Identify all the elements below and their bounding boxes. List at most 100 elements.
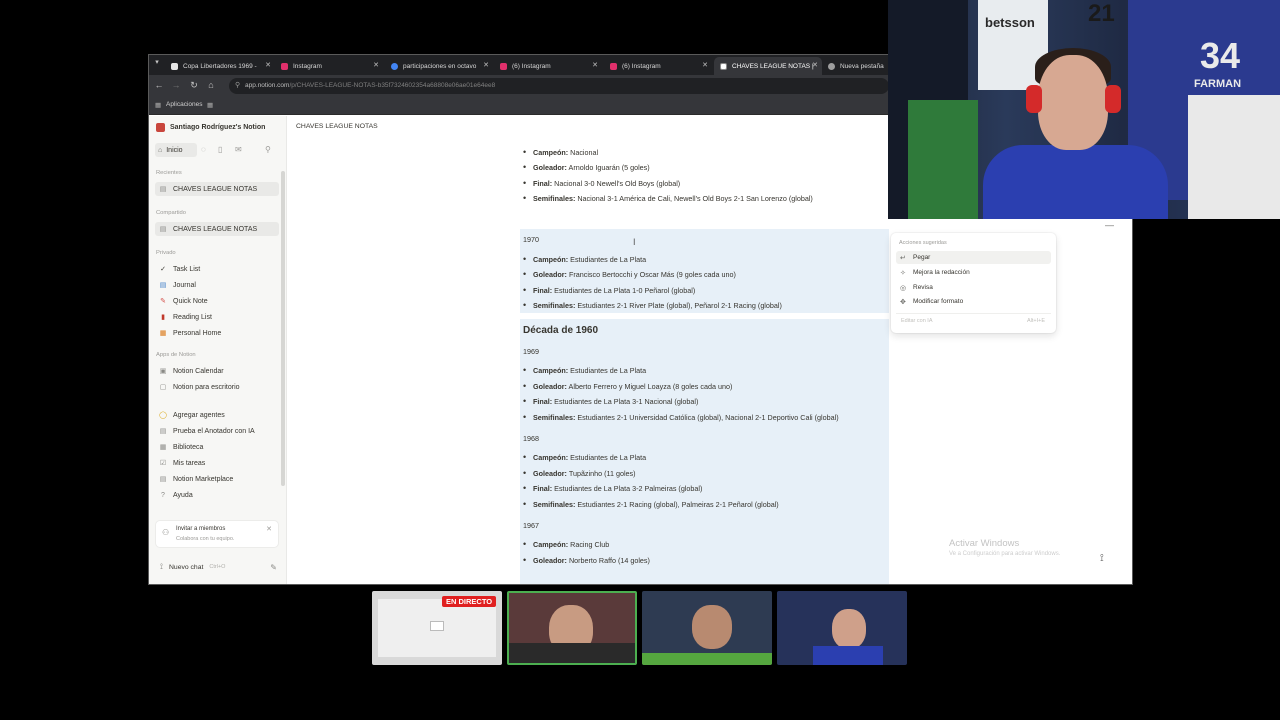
block-1970[interactable]: 1970 Campeón: Estudiantes de La Plata Go… — [520, 229, 889, 313]
list-item[interactable]: Goleador: Arnoldo Iguarán (5 goles) — [523, 162, 650, 172]
close-icon[interactable]: ✕ — [812, 61, 818, 69]
desktop-icon: ▢ — [159, 384, 167, 391]
tab-active-notion[interactable]: CHAVES LEAGUE NOTAS | ✕ — [714, 57, 822, 75]
forward-arrow-icon[interactable]: → — [170, 80, 182, 90]
sidebar-item-personal-home[interactable]: ▦ Personal Home — [155, 326, 279, 340]
sidebar-item-quick-note[interactable]: ✎ Quick Note — [155, 294, 279, 308]
close-icon[interactable]: ✕ — [373, 61, 379, 69]
list-item[interactable]: Final: Estudiantes de La Plata 1-0 Peñar… — [523, 285, 695, 295]
reload-icon[interactable]: ↻ — [188, 80, 200, 91]
menu-item-label: Revisa — [913, 284, 933, 291]
live-badge: EN DIRECTO — [442, 596, 497, 607]
list-item[interactable]: Semifinales: Estudiantes 2-1 River Plate… — [523, 300, 782, 310]
sidebar-item-shared-chaves[interactable]: ▤ CHAVES LEAGUE NOTAS — [155, 222, 279, 236]
home-icon[interactable]: ⌂ — [205, 80, 217, 90]
paste-icon: ↵ — [900, 254, 906, 262]
invite-members-card[interactable]: ⚇ Invitar a miembros Colabora con tu equ… — [155, 520, 279, 548]
watermark-title: Activar Windows — [949, 538, 1020, 549]
sidebar-item-reading-list[interactable]: ▮ Reading List — [155, 310, 279, 324]
ai-help-icon[interactable]: ⟟ — [1100, 553, 1104, 564]
menu-item-review[interactable]: ◎ Revisa — [896, 281, 1051, 294]
chat-icon[interactable]: ◌ — [201, 145, 206, 154]
tab-1[interactable]: Copa Libertadores 1969 - ✕ — [165, 57, 275, 75]
participant-body — [509, 643, 635, 663]
list-item[interactable]: Goleador: Norberto Raffo (14 goles) — [523, 555, 650, 565]
sidebar-item-help[interactable]: ? Ayuda — [155, 488, 279, 502]
list-item[interactable]: Campeón: Nacional — [523, 147, 598, 157]
sidebar-item-add-agents[interactable]: ◯ Agregar agentes — [155, 408, 279, 422]
list-item[interactable]: Semifinales: Estudiantes 2-1 Universidad… — [523, 412, 839, 422]
workspace-name: Santiago Rodríguez's Notion — [170, 124, 266, 131]
list-item[interactable]: Goleador: Francisco Bertocchi y Oscar Má… — [523, 269, 736, 279]
sidebar-item-library[interactable]: ▦ Biblioteca — [155, 440, 279, 454]
menu-item-improve-writing[interactable]: ✧ Mejora la redacción — [896, 266, 1051, 279]
sidebar-item-home[interactable]: ⌂ Inicio — [155, 143, 197, 157]
sidebar-item-label: CHAVES LEAGUE NOTAS — [173, 225, 258, 233]
sidebar-item-marketplace[interactable]: ▤ Notion Marketplace — [155, 472, 279, 486]
jersey-name: FARMAN — [1194, 78, 1242, 90]
list-item[interactable]: Goleador: Tupãzinho (11 goles) — [523, 468, 636, 478]
sidebar-item-label: Journal — [173, 281, 196, 289]
bookmark-grid-icon[interactable]: ▦ — [207, 101, 213, 109]
tab-label: Nueva pestaña — [840, 62, 884, 70]
list-item[interactable]: Final: Estudiantes de La Plata 3-1 Nacio… — [523, 396, 698, 406]
participant-thumbnail-4[interactable] — [777, 591, 907, 665]
list-item[interactable]: Final: Estudiantes de La Plata 3-2 Palme… — [523, 483, 702, 493]
sidebar-item-recent-chaves[interactable]: ▤ CHAVES LEAGUE NOTAS — [155, 182, 279, 196]
headset-left — [1026, 85, 1042, 113]
sidebar-item-journal[interactable]: ▤ Journal — [155, 278, 279, 292]
close-icon[interactable]: ✕ — [592, 61, 598, 69]
list-item[interactable]: Final: Nacional 3-0 Newell's Old Boys (g… — [523, 178, 680, 188]
ai-edit-input[interactable]: Editar con IA Alt+I+E — [896, 313, 1051, 327]
close-icon[interactable]: ✕ — [265, 61, 271, 69]
compose-icon[interactable]: ✎ — [270, 563, 277, 572]
sparkle-icon: ✧ — [900, 269, 906, 277]
tab-label: CHAVES LEAGUE NOTAS | — [732, 62, 814, 70]
participant-thumbnail-3[interactable] — [642, 591, 772, 665]
sidebar-item-notion-calendar[interactable]: ▣ Notion Calendar — [155, 364, 279, 378]
new-chat-button[interactable]: ⟟ Nuevo chat Ctrl+O ✎ — [155, 560, 279, 574]
participant-face — [692, 605, 732, 649]
participant-thumbnail-2[interactable] — [507, 591, 637, 665]
notion-sidebar: Santiago Rodríguez's Notion ⌂ Inicio ◌ ▯… — [149, 116, 287, 584]
back-arrow-icon[interactable]: ← — [153, 80, 165, 90]
list-item[interactable]: Campeón: Racing Club — [523, 539, 609, 549]
tab-5[interactable]: (6) Instagram ✕ — [604, 57, 712, 75]
close-icon[interactable]: — — [1105, 220, 1114, 230]
breadcrumb[interactable]: CHAVES LEAGUE NOTAS — [296, 123, 378, 130]
bookmark-apps[interactable]: Aplicaciones — [166, 101, 203, 108]
search-icon[interactable]: ⚲ — [265, 145, 271, 154]
sidebar-item-label: Mis tareas — [173, 459, 206, 467]
sidebar-item-label: Notion para escritorio — [173, 383, 240, 391]
list-item[interactable]: Semifinales: Nacional 3-1 América de Cal… — [523, 193, 813, 203]
tab-3[interactable]: participaciones en octavo ✕ — [385, 57, 493, 75]
sidebar-item-task-list[interactable]: ✓ Task List — [155, 262, 279, 276]
sidebar-item-label: Agregar agentes — [173, 411, 225, 419]
tab-4[interactable]: (6) Instagram ✕ — [494, 57, 602, 75]
list-item[interactable]: Campeón: Estudiantes de La Plata — [523, 452, 646, 462]
list-item[interactable]: Campeón: Estudiantes de La Plata — [523, 365, 646, 375]
sidebar-item-notion-desktop[interactable]: ▢ Notion para escritorio — [155, 380, 279, 394]
close-icon[interactable]: ✕ — [702, 61, 708, 69]
tab-new[interactable]: Nueva pestaña — [822, 57, 890, 75]
list-item[interactable]: Semifinales: Estudiantes 2-1 Racing (glo… — [523, 499, 779, 509]
address-bar[interactable]: ⚲ app.notion.com/p/CHAVES-LEAGUE-NOTAS-b… — [229, 78, 889, 94]
year-heading: 1968 — [523, 434, 539, 443]
block-1960s[interactable]: Década de 1960 1969 Campeón: Estudiantes… — [520, 319, 889, 584]
site-info-icon[interactable]: ⚲ — [235, 78, 240, 94]
close-icon[interactable]: ✕ — [266, 525, 272, 533]
tab-2[interactable]: Instagram ✕ — [275, 57, 383, 75]
sidebar-scrollbar[interactable] — [281, 171, 285, 486]
close-icon[interactable]: ✕ — [483, 61, 489, 69]
menu-item-paste[interactable]: ↵ Pegar — [896, 251, 1051, 264]
menu-item-format[interactable]: ✥ Modificar formato — [896, 295, 1051, 308]
inbox-icon[interactable]: ✉ — [235, 145, 242, 154]
tab-list-chevron-icon[interactable]: ▾ — [151, 58, 163, 66]
meetings-icon[interactable]: ▯ — [218, 145, 222, 154]
apps-grid-icon[interactable]: ▦ — [155, 101, 161, 109]
workspace-switcher[interactable]: Santiago Rodríguez's Notion — [156, 123, 265, 132]
sidebar-item-my-tasks[interactable]: ☑ Mis tareas — [155, 456, 279, 470]
sidebar-item-ai-notetaker[interactable]: ▤ Prueba el Anotador con IA — [155, 424, 279, 438]
list-item[interactable]: Campeón: Estudiantes de La Plata — [523, 254, 646, 264]
list-item[interactable]: Goleador: Alberto Ferrero y Miguel Loayz… — [523, 381, 732, 391]
